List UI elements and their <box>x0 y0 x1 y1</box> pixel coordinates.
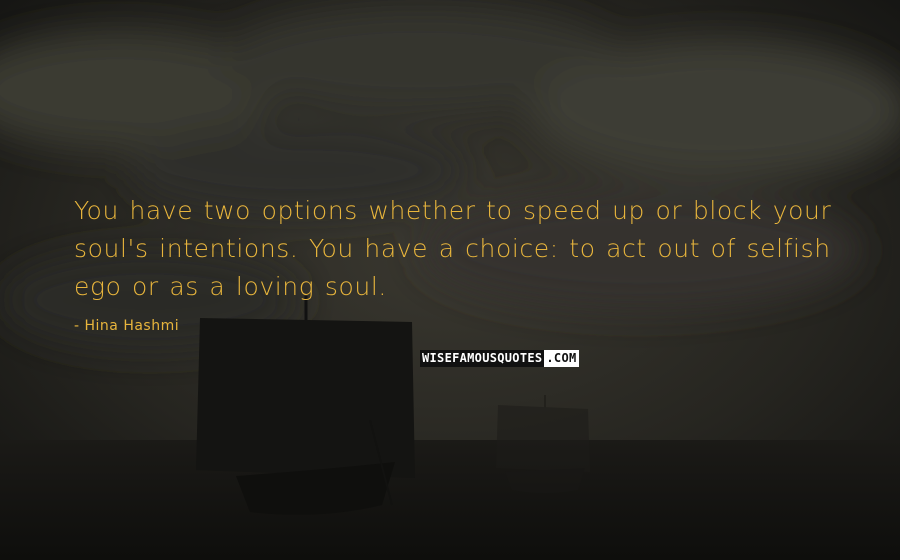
logo-part-com: .COM <box>544 350 579 367</box>
quote-text: You have two options whether to speed up… <box>74 196 832 301</box>
quote-card: You have two options whether to speed up… <box>0 0 900 560</box>
logo-part-wisefamousquotes: WISEFAMOUSQUOTES <box>420 350 545 367</box>
ship-distant <box>496 395 590 493</box>
wisefamousquotes-logo[interactable]: WISEFAMOUSQUOTES .COM <box>420 350 579 367</box>
quote-author: - Hina Hashmi <box>74 318 180 334</box>
sea <box>0 440 900 560</box>
